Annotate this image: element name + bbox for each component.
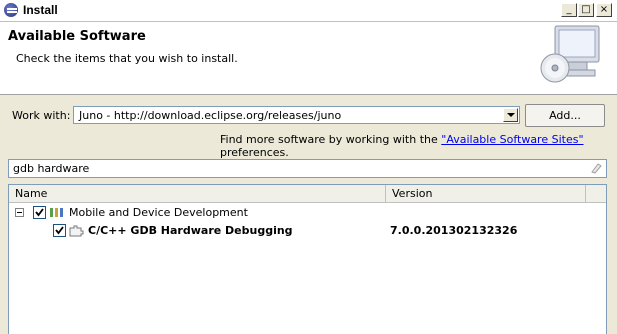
work-with-value: Juno - http://download.eclipse.org/relea… <box>79 109 342 122</box>
row-version: 7.0.0.201302132326 <box>390 224 518 237</box>
checkmark-icon <box>35 208 44 217</box>
window-title: Install <box>23 3 58 17</box>
install-cd-computer-icon <box>540 25 600 83</box>
row-name: Mobile and Device Development <box>69 206 248 219</box>
clear-filter-icon[interactable] <box>590 162 602 174</box>
close-button[interactable]: × <box>596 3 612 17</box>
checkmark-icon <box>55 226 64 235</box>
collapse-icon[interactable] <box>15 208 24 217</box>
page-title: Available Software <box>8 29 146 44</box>
feature-plugin-icon <box>69 225 84 237</box>
table-header: Name Version <box>9 185 606 203</box>
row-checkbox[interactable] <box>53 224 66 237</box>
category-icon <box>50 208 63 217</box>
work-with-label: Work with: <box>12 109 71 122</box>
filter-input[interactable]: gdb hardware <box>8 159 607 178</box>
sites-note-suffix: preferences. <box>220 146 289 159</box>
table-row[interactable]: C/C++ GDB Hardware Debugging 7.0.0.20130… <box>9 222 606 239</box>
row-checkbox[interactable] <box>33 206 46 219</box>
page-description: Check the items that you wish to install… <box>16 52 238 65</box>
column-header-name[interactable]: Name <box>9 185 386 202</box>
sites-note-prefix: Find more software by working with the <box>220 133 442 146</box>
available-sites-note: Find more software by working with the "… <box>220 133 617 159</box>
maximize-button[interactable]: □ <box>578 3 594 17</box>
row-name: C/C++ GDB Hardware Debugging <box>88 224 293 237</box>
add-button[interactable]: Add... <box>525 104 605 127</box>
column-header-version[interactable]: Version <box>386 185 586 202</box>
table-row[interactable]: Mobile and Device Development <box>9 204 606 221</box>
title-bar: Install _ □ × <box>0 0 617 22</box>
chevron-down-icon[interactable] <box>503 108 518 122</box>
dialog-header: Available Software Check the items that … <box>0 22 617 95</box>
minimize-button[interactable]: _ <box>561 3 577 17</box>
filter-value: gdb hardware <box>13 162 90 175</box>
eclipse-install-icon <box>4 3 18 17</box>
software-table[interactable]: Name Version Mobile and Device Developme… <box>8 184 607 334</box>
work-with-combo[interactable]: Juno - http://download.eclipse.org/relea… <box>73 106 520 124</box>
available-software-sites-link[interactable]: "Available Software Sites" <box>441 133 583 146</box>
